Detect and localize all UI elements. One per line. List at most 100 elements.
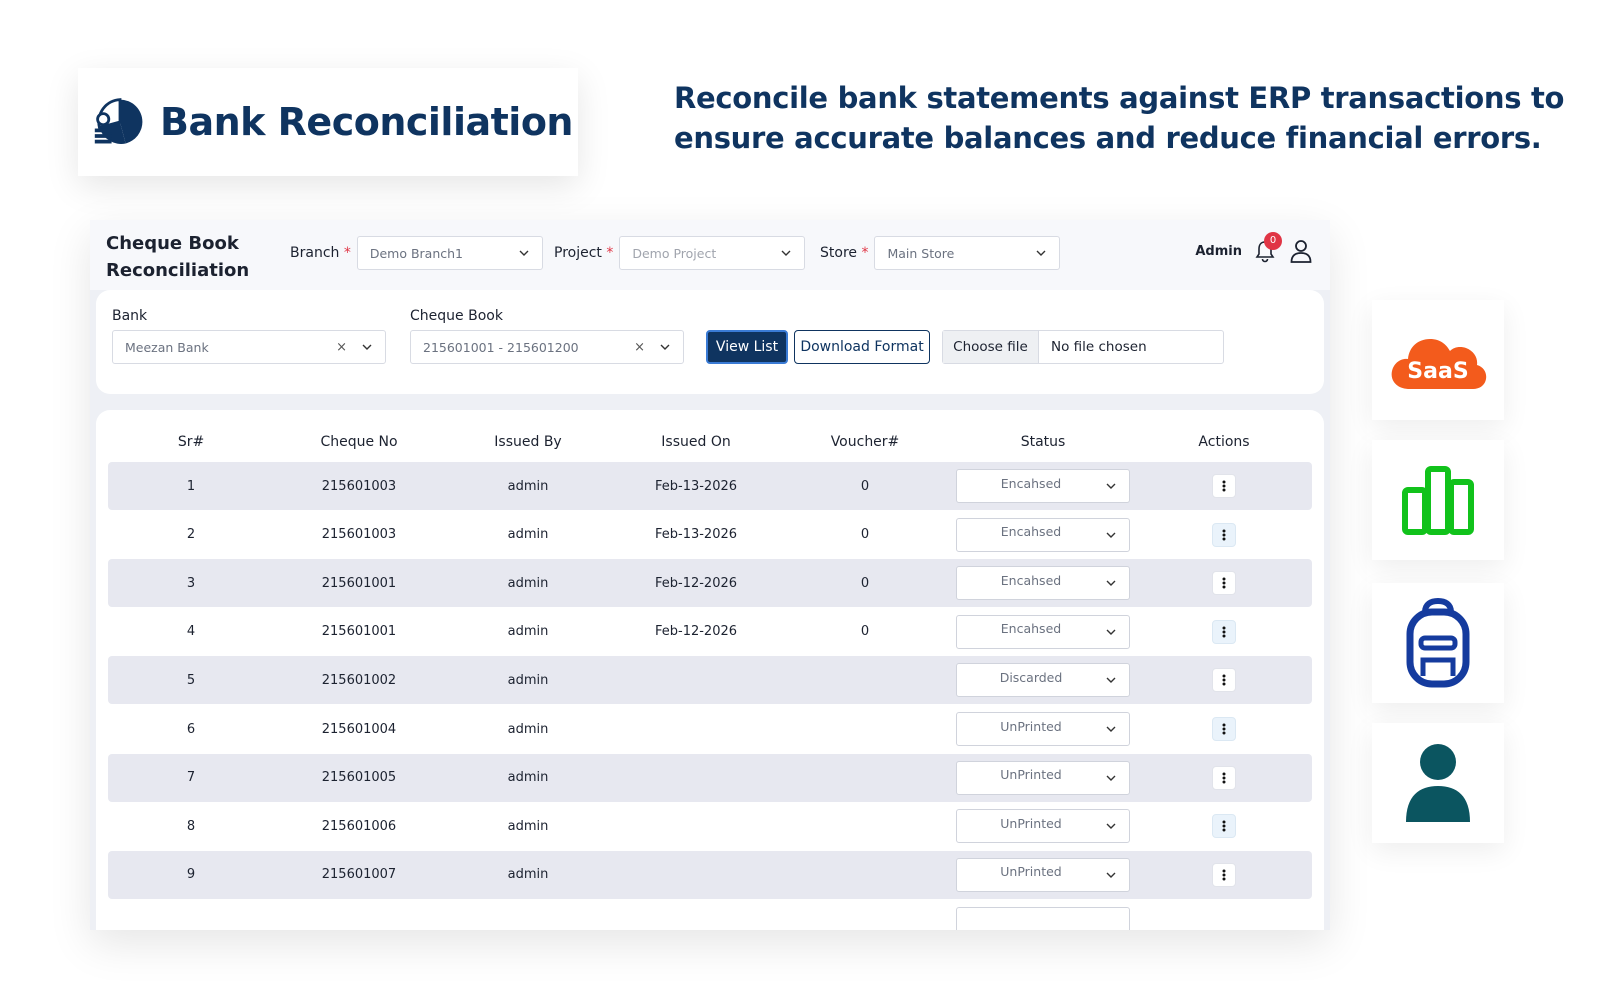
chevron-down-icon [1106, 483, 1116, 489]
cell-issued-by: admin [507, 527, 549, 543]
cell-issued-by: admin [507, 478, 549, 494]
status-select[interactable]: Encahsed [956, 614, 1130, 649]
status-select[interactable]: UnPrinted [956, 760, 1130, 795]
row-actions-button[interactable] [1212, 717, 1236, 741]
status-select[interactable]: Encahsed [956, 566, 1130, 601]
table-row: 9 215601007 admin UnPrinted [108, 850, 1312, 899]
user-card [1372, 723, 1504, 843]
chevron-down-icon [1106, 726, 1116, 732]
cell-issued-on: Feb-13-2026 [654, 478, 738, 494]
notification-badge: 0 [1264, 232, 1282, 250]
saas-label: SaaS [1407, 359, 1468, 384]
table-row: 8 215601006 admin UnPrinted [108, 802, 1312, 850]
status-select[interactable]: UnPrinted [956, 712, 1130, 746]
table-row: 4 215601001 admin Feb-12-2026 0 Encahsed [108, 608, 1312, 656]
bar-chart-icon [1402, 466, 1474, 535]
column-header: Cheque No [320, 434, 398, 450]
user-area: Admin 0 [1195, 232, 1314, 264]
chevron-down-icon [1106, 823, 1116, 830]
cheque-book-select[interactable]: 215601001 - 215601200 × [410, 330, 684, 364]
user-icon [1406, 744, 1470, 822]
branch-field: Branch * Demo Branch1 [290, 236, 543, 270]
cell-cheque-no: 215601006 [321, 818, 397, 834]
clear-icon[interactable]: × [634, 340, 645, 355]
cell-issued-by: admin [507, 575, 549, 591]
download-format-button[interactable]: Download Format [794, 330, 930, 364]
row-actions-button[interactable] [1212, 668, 1236, 693]
backpack-icon [1406, 598, 1470, 688]
row-actions-button[interactable] [1212, 522, 1236, 547]
bank-label: Bank [112, 308, 148, 324]
cell-sr: 1 [186, 478, 196, 494]
cell-cheque-no: 215601004 [321, 721, 397, 737]
row-actions-button[interactable] [1212, 571, 1236, 596]
chevron-down-icon [1106, 580, 1116, 587]
cheque-book-label: Cheque Book [410, 308, 503, 324]
chart-card [1372, 440, 1504, 560]
user-name: Admin [1195, 243, 1242, 259]
cell-cheque-no: 215601005 [321, 770, 397, 786]
chevron-down-icon [1106, 872, 1116, 878]
status-select[interactable]: UnPrinted [956, 857, 1130, 892]
status-select[interactable]: Discarded [956, 663, 1130, 698]
file-input[interactable]: Choose file No file chosen [942, 330, 1224, 364]
choose-file-button[interactable]: Choose file [943, 331, 1039, 363]
project-field: Project * Demo Project [554, 236, 806, 270]
bank-select[interactable]: Meezan Bank × [112, 330, 386, 364]
cell-sr: 8 [186, 818, 196, 834]
store-field: Store * Main Store [820, 236, 1061, 270]
column-header: Voucher# [830, 434, 900, 450]
column-header: Issued By [494, 434, 562, 450]
column-header: Status [1020, 434, 1066, 450]
user-profile-icon[interactable] [1288, 238, 1314, 264]
row-actions-button[interactable] [1212, 619, 1236, 644]
more-vertical-icon [1222, 820, 1226, 832]
cell-sr: 6 [186, 721, 196, 737]
hero-title: Bank Reconciliation [160, 100, 573, 144]
cell-issued-by: admin [507, 770, 549, 786]
finance-chart-icon [94, 98, 143, 144]
more-vertical-icon [1222, 529, 1226, 541]
row-actions-button[interactable] [1212, 765, 1236, 790]
cell-voucher: 0 [860, 527, 870, 543]
column-header: Sr# [177, 434, 205, 450]
cell-voucher: 0 [860, 478, 870, 494]
more-vertical-icon [1222, 674, 1226, 686]
cell-cheque-no: 215601003 [321, 478, 397, 494]
more-vertical-icon [1222, 772, 1226, 784]
table-row: 7 215601005 admin UnPrinted [108, 753, 1312, 802]
more-vertical-icon [1222, 577, 1226, 589]
notifications-button[interactable]: 0 [1252, 232, 1282, 264]
cell-sr: 7 [186, 770, 196, 786]
page-title: Cheque Book Reconciliation [106, 233, 250, 281]
status-select[interactable]: UnPrinted [956, 809, 1130, 844]
column-header: Actions [1198, 434, 1250, 450]
cell-issued-on: Feb-12-2026 [654, 624, 738, 640]
status-select[interactable]: Encahsed [956, 469, 1130, 503]
row-actions-button[interactable] [1212, 862, 1236, 887]
chevron-down-icon [781, 250, 791, 256]
more-vertical-icon [1222, 723, 1226, 735]
status-select[interactable]: Encahsed [956, 517, 1130, 552]
file-status: No file chosen [1051, 339, 1147, 355]
cheque-table: Sr# Cheque No Issued By Issued On Vouche… [96, 410, 1324, 930]
status-select[interactable] [956, 907, 1130, 930]
row-actions-button[interactable] [1212, 474, 1236, 498]
table-header: Sr# Cheque No Issued By Issued On Vouche… [108, 422, 1312, 462]
table-row: 5 215601002 admin Discarded [108, 656, 1312, 705]
row-actions-button[interactable] [1212, 814, 1236, 839]
view-list-button[interactable]: View List [706, 330, 788, 364]
chevron-down-icon [660, 344, 670, 350]
table-row: 6 215601004 admin UnPrinted [108, 705, 1312, 753]
cell-cheque-no: 215601007 [321, 867, 397, 883]
cell-issued-by: admin [507, 867, 549, 883]
branch-select[interactable]: Demo Branch1 [356, 236, 543, 270]
cell-voucher: 0 [860, 575, 870, 591]
chevron-down-icon [1106, 629, 1116, 635]
clear-icon[interactable]: × [336, 340, 347, 355]
store-select[interactable]: Main Store [874, 236, 1061, 270]
cell-sr: 9 [186, 867, 196, 883]
project-select[interactable]: Demo Project [619, 236, 806, 270]
chevron-down-icon [1106, 532, 1116, 538]
column-header: Issued On [661, 434, 731, 450]
